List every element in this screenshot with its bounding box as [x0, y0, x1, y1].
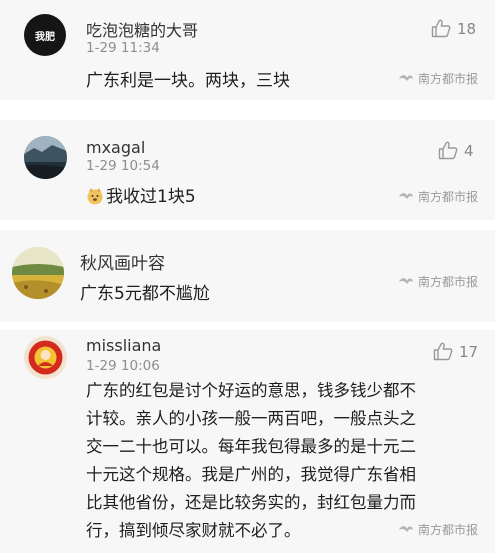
comment-username[interactable]: 秋风画叶容	[80, 249, 165, 274]
watermark: 南方都市报	[398, 188, 478, 205]
comment-username[interactable]: 吃泡泡糖的大哥	[86, 17, 198, 41]
comment-time: 1-29 10:06	[86, 358, 160, 374]
thumbs-up-icon	[433, 342, 453, 361]
divider	[0, 322, 495, 330]
like-count: 4	[464, 141, 474, 160]
comment-username[interactable]: missliana	[86, 336, 161, 355]
comment-text-line: 行，搞到倾尽家财就不必了。	[86, 521, 301, 540]
comment-time: 1-29 11:34	[86, 40, 160, 56]
thumbs-up-icon	[431, 19, 451, 38]
watermark-logo-icon	[399, 192, 413, 199]
avatar[interactable]	[24, 336, 67, 379]
like-button[interactable]: 4	[438, 141, 474, 160]
watermark-logo-icon	[399, 525, 413, 532]
avatar[interactable]	[24, 136, 67, 179]
avatar-badge-text: 我肥	[35, 31, 55, 43]
landscape-photo-icon	[24, 136, 67, 179]
watermark: 南方都市报	[398, 273, 478, 290]
comment-text: 广东的红包是讨个好运的意思，钱多钱少都不 计较。亲人的小孩一般一两百吧，一般点头…	[86, 377, 416, 545]
comment-card: mxagal 1-29 10:54 4 我收过1块5 南方都市报	[0, 120, 495, 220]
comment-text-line: 交一二十也可以。每年我包得最多的是十元二	[86, 437, 416, 456]
like-button[interactable]: 18	[431, 19, 476, 38]
comment-text-row: 我收过1块5	[86, 182, 196, 207]
comment-username[interactable]: mxagal	[86, 138, 145, 157]
comment-card: 秋风画叶容 广东5元都不尴尬 南方都市报	[0, 230, 495, 322]
comment-text-line: 广东的红包是讨个好运的意思，钱多钱少都不	[86, 381, 416, 400]
watermark-logo-icon	[399, 74, 413, 81]
watermark-text: 南方都市报	[418, 190, 479, 204]
comment-text-line: 计较。亲人的小孩一般一两百吧，一般点头之	[86, 409, 416, 428]
comment-card: 我肥 吃泡泡糖的大哥 1-29 11:34 18 广东利是一块。两块，三块 南方…	[0, 0, 495, 100]
comment-text: 广东利是一块。两块，三块	[86, 71, 290, 91]
divider	[0, 220, 495, 230]
watermark-text: 南方都市报	[418, 275, 479, 289]
red-envelope-icon	[24, 336, 67, 379]
comment-card: missliana 1-29 10:06 17 广东的红包是讨个好运的意思，钱多…	[0, 330, 495, 553]
comment-text: 我收过1块5	[106, 187, 196, 207]
thumbs-up-icon	[438, 141, 458, 160]
watermark-text: 南方都市报	[418, 523, 479, 537]
watermark: 南方都市报	[398, 521, 478, 538]
watermark-logo-icon	[399, 277, 413, 284]
like-count: 18	[457, 19, 477, 38]
like-button[interactable]: 17	[433, 342, 478, 361]
divider	[0, 100, 495, 120]
watermark: 南方都市报	[398, 70, 478, 87]
comment-text-line: 比其他省份，还是比较务实的，封红包量力而	[86, 493, 416, 512]
watermark-text: 南方都市报	[418, 72, 479, 86]
avatar[interactable]: 我肥	[24, 14, 66, 56]
avatar[interactable]	[12, 247, 64, 299]
comment-time: 1-29 10:54	[86, 158, 160, 174]
field-painting-icon	[12, 247, 64, 299]
comment-text: 广东5元都不尴尬	[80, 284, 210, 304]
comment-text-line: 十元这个规格。我是广州的，我觉得广东省相	[86, 465, 416, 484]
like-count: 17	[459, 342, 479, 361]
doge-emoji-icon	[87, 188, 103, 205]
